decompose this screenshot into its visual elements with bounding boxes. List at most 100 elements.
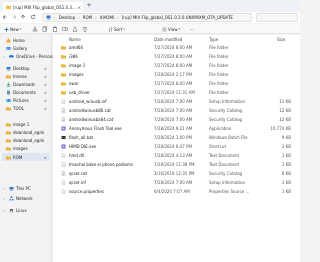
sidebar-item[interactable]: Downloads [6, 81, 35, 88]
refresh-icon[interactable] [30, 14, 36, 20]
sidebar-item-label: OneDrive - Persona [16, 54, 55, 59]
desktop-icon [6, 66, 11, 71]
column-header-type[interactable]: Type [209, 37, 218, 43]
file-type: Application [209, 126, 232, 131]
sidebar-item[interactable]: ROM [6, 154, 22, 161]
sidebar-item[interactable]: download_egmi [6, 129, 44, 136]
sidebar-item[interactable]: Linux [9, 207, 27, 214]
file-row[interactable]: flash_all.bat 7/28/2024 3:00 PM Windows Ba… [53, 134, 300, 141]
file-name: hmd.dll [69, 153, 85, 158]
search-input[interactable] [256, 13, 298, 22]
chevron-down-icon: ▾ [123, 27, 125, 31]
file-row[interactable]: androidwinusba64.cat 7/28/2024 7:00 AM Sec… [53, 116, 300, 123]
breadcrumb-separator: › [78, 15, 80, 20]
pin-icon: ✱ [44, 91, 47, 95]
column-header-name[interactable]: Name [69, 37, 81, 43]
file-type: File folder [209, 81, 229, 86]
sort-button[interactable]: Sort ▾ [108, 25, 125, 33]
file-row[interactable]: hmd.dll 7/28/2024 4:13 AM Text Document 1 K… [53, 152, 300, 159]
sidebar-item[interactable]: Documents [6, 89, 36, 96]
breadcrumb-desktop[interactable]: Desktop [59, 15, 76, 20]
breadcrumb-rom[interactable]: ROM [83, 15, 92, 20]
sidebar-item[interactable]: TOOL [6, 105, 24, 112]
file-row[interactable]: Imanhoi bake ei phone podioms 7/28/2024 1… [53, 161, 300, 168]
sidebar-item[interactable]: download_egmi [6, 137, 44, 144]
file-row[interactable]: xwar 7/27/2024 8:00 AM File folder [53, 80, 300, 87]
sidebar-item-label: Home [13, 38, 25, 43]
gallery-icon [6, 46, 11, 51]
file-icon [61, 180, 66, 185]
share-icon[interactable] [72, 26, 78, 32]
new-button[interactable]: New ▾ [4, 25, 21, 33]
forward-arrow-icon[interactable] [11, 14, 17, 20]
sidebar-item[interactable]: Imerex [6, 73, 27, 80]
breadcrumb-xiaomi[interactable]: XIAOMI [100, 15, 114, 20]
file-icon [61, 189, 66, 194]
file-date-modified: 7/28/2024 4:13 AM [154, 153, 193, 158]
file-size: 1 KB [281, 189, 291, 194]
chevron-down-icon: ▾ [178, 27, 181, 31]
back-arrow-icon[interactable] [2, 14, 8, 20]
column-header-date[interactable]: Date modified [154, 37, 182, 43]
file-row[interactable]: qcser.inf 7/28/2024 7:00 AM Setup Informat… [53, 179, 300, 186]
file-row[interactable]: Anonymous Flash Tool.exe 7/28/2024 9:21 A… [53, 125, 300, 132]
sidebar-item-label: Desktop [13, 66, 30, 71]
up-arrow-icon[interactable] [20, 14, 26, 20]
sidebar-item[interactable]: Home [6, 37, 25, 44]
pin-icon: ✱ [44, 156, 47, 160]
file-row[interactable]: qcser.cat 3/16/2018 12:35 PM Security Cata… [53, 170, 300, 177]
sidebar-item-label: Gallery [13, 46, 28, 51]
file-row[interactable]: images 7/28/2024 2:17 PM File folder [53, 71, 300, 78]
more-options-button[interactable]: ··· [190, 25, 194, 33]
file-type: Text Document [209, 153, 240, 158]
sidebar-item[interactable]: Desktop [6, 65, 30, 72]
file-icon [61, 144, 66, 149]
file-row[interactable]: source.properties 6/4/2020 7:07 AM Propert… [53, 188, 300, 195]
new-tab-button[interactable]: + [86, 3, 92, 9]
file-date-modified: 7/28/2024 11:38 PM [154, 162, 195, 167]
sidebar-item-label: Network [16, 196, 33, 201]
file-row[interactable]: HIMD DIE.exe 7/28/2024 6:47 PM Shortcut 2 K… [53, 143, 300, 150]
sidebar-item-label: Pictures [13, 98, 29, 103]
sidebar-item[interactable]: images [6, 145, 28, 152]
copy-icon[interactable] [42, 26, 48, 32]
sidebar-item[interactable]: Pictures [6, 97, 29, 104]
file-date-modified: 7/27/2024 8:00 AM [154, 45, 193, 50]
pin-icon: ✱ [44, 75, 47, 79]
delete-icon[interactable] [82, 26, 88, 32]
sidebar-item-label: download_egmi [13, 138, 45, 143]
file-icon [61, 126, 66, 131]
sidebar-item[interactable]: OneDrive - Persona [9, 53, 55, 60]
expand-chevron-icon[interactable]: › [3, 196, 5, 201]
expand-chevron-icon[interactable]: › [3, 186, 5, 191]
expand-chevron-icon[interactable]: › [3, 208, 5, 213]
file-row[interactable]: amd64 7/27/2024 8:00 AM File folder [53, 44, 300, 51]
address-bar[interactable]: › Desktop › ROM › XIAOMI › [rup] MIX Fli… [42, 13, 252, 22]
expand-chevron-icon[interactable]: › [3, 54, 5, 59]
view-button[interactable]: View ▾ [162, 25, 180, 33]
file-row[interactable]: android_winusb.inf 7/28/2024 7:00 AM Setup… [53, 98, 300, 105]
breadcrumb-current-folder[interactable]: [rup] MIX Flip_global_OS1.0.3.0.UNXMIXM_… [122, 15, 233, 20]
file-row[interactable]: usb_driver 7/27/2024 11:31 AM File folder [53, 89, 300, 96]
sidebar-item[interactable]: Network [9, 195, 33, 202]
file-name: source.properties [69, 189, 104, 194]
file-name: androidwinusba64.cat [69, 117, 114, 122]
file-type: Properties Source ... [209, 189, 250, 194]
cut-icon[interactable] [32, 26, 38, 32]
folder-icon [6, 138, 11, 143]
file-row[interactable]: androidwinusb86.cat 7/28/2024 7:00 AM Secu… [53, 107, 300, 114]
file-row[interactable]: image 1 7/27/2024 8:00 AM File folder [53, 62, 300, 69]
rename-icon[interactable] [62, 26, 68, 32]
sidebar-item[interactable]: This PC [9, 185, 31, 192]
tab-current-folder[interactable]: [rup] MIX Flip_global_OS1.0.3... × [3, 2, 83, 12]
file-date-modified: 7/28/2024 7:00 AM [154, 108, 193, 113]
pictures-icon [6, 98, 11, 103]
sidebar-item[interactable]: image 1 [6, 121, 29, 128]
sidebar-item[interactable]: Gallery [6, 45, 27, 52]
file-row[interactable]: i386 7/27/2024 8:00 AM File folder [53, 53, 300, 60]
paste-icon[interactable] [52, 26, 58, 32]
close-tab-icon[interactable]: × [78, 5, 81, 10]
file-name: HIMD DIE.exe [69, 144, 97, 149]
column-header-size[interactable]: Size [277, 37, 285, 43]
file-name: amd64 [69, 45, 83, 50]
